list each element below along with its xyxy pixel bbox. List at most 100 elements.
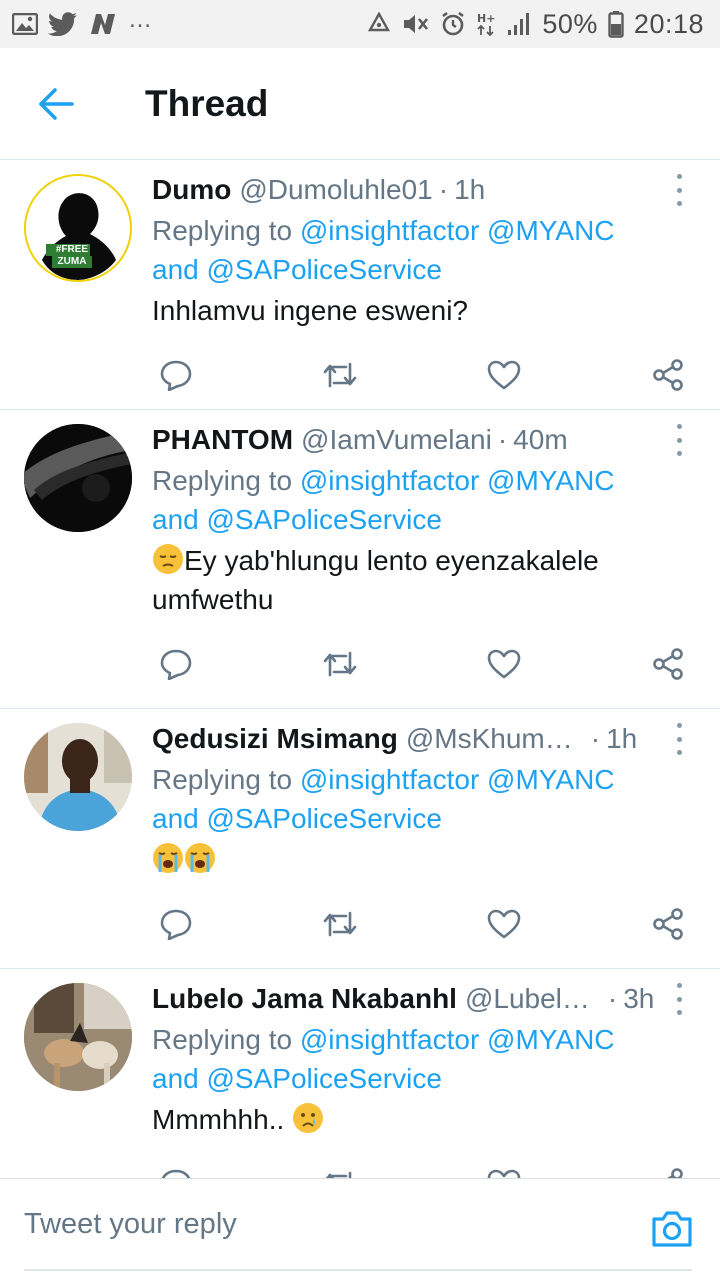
mention-link[interactable]: @insightfactor: [300, 764, 479, 795]
like-icon: [487, 649, 521, 679]
user-handle[interactable]: @MsKhum…: [406, 721, 573, 757]
tweet-header: PHANTOM @IamVumelani · 40m: [152, 422, 690, 458]
share-button[interactable]: [648, 644, 688, 684]
like-button[interactable]: [484, 904, 524, 944]
mute-icon: [402, 12, 430, 36]
retweet-icon: [323, 651, 357, 677]
gallery-icon: [12, 13, 38, 35]
share-button[interactable]: [648, 904, 688, 944]
tweet-text-wrap: [152, 840, 690, 879]
mention-link[interactable]: @SAPoliceService: [207, 1063, 442, 1094]
battery-percent: 50%: [542, 8, 598, 39]
tweet-item[interactable]: #FREE ZUMA Dumo @Dumoluhle01 · 1h Replyi…: [0, 160, 720, 410]
reply-input[interactable]: [24, 1179, 692, 1271]
page-title: Thread: [145, 82, 269, 124]
replying-label: Replying to: [152, 465, 293, 496]
tweet-menu-button[interactable]: [668, 174, 690, 206]
reply-icon: [161, 1169, 191, 1178]
share-icon: [653, 359, 683, 391]
user-handle[interactable]: @Dumoluhle01: [239, 172, 432, 208]
retweet-icon: [323, 911, 357, 937]
share-button[interactable]: [648, 355, 688, 395]
retweet-icon: [323, 362, 357, 388]
loudly-crying-face-emoji-icon: [153, 843, 183, 873]
tweet-text-wrap: Ey yab'hlungu lento eyenzakalele umfweth…: [152, 541, 690, 619]
replying-label: Replying to: [152, 764, 293, 795]
back-button[interactable]: [0, 48, 112, 160]
tweet-item[interactable]: PHANTOM @IamVumelani · 40m Replying to @…: [0, 410, 720, 709]
mention-link[interactable]: @SAPoliceService: [207, 504, 442, 535]
user-handle[interactable]: @Lubel…: [465, 981, 590, 1017]
camera-button[interactable]: [650, 1209, 694, 1249]
share-button[interactable]: [648, 1164, 688, 1178]
like-button[interactable]: [484, 1164, 524, 1178]
display-name[interactable]: Lubelo Jama Nkabanhl: [152, 981, 457, 1017]
mention-link[interactable]: @insightfactor: [300, 465, 479, 496]
tweet-header: Qedusizi Msimang @MsKhum… · 1h: [152, 721, 690, 757]
display-name[interactable]: PHANTOM: [152, 422, 293, 458]
reply-button[interactable]: [156, 904, 196, 944]
avatar[interactable]: [24, 424, 132, 532]
crying-face-emoji-icon: [293, 1103, 324, 1133]
reply-button[interactable]: [156, 644, 196, 684]
and-others-link[interactable]: and: [152, 803, 199, 834]
avatar-text: #FREE ZUMA: [55, 244, 89, 267]
avatar[interactable]: [24, 983, 132, 1091]
share-icon: [667, 1168, 683, 1178]
mention-link[interactable]: @MYANC: [487, 1024, 614, 1055]
status-bar: … H+ 50% 20:18: [0, 0, 720, 48]
battery-icon: [608, 10, 624, 38]
more-notifications-icon: …: [128, 6, 154, 33]
share-icon: [653, 648, 683, 680]
user-handle[interactable]: @IamVumelani: [301, 422, 492, 458]
tweet-actions: [152, 879, 690, 969]
and-others-link[interactable]: and: [152, 1063, 199, 1094]
mention-link[interactable]: @SAPoliceService: [207, 803, 442, 834]
separator-dot: ·: [497, 424, 508, 455]
replying-label: Replying to: [152, 215, 293, 246]
mention-link[interactable]: @SAPoliceService: [207, 254, 442, 285]
retweet-button[interactable]: [320, 644, 360, 684]
thread-feed[interactable]: #FREE ZUMA Dumo @Dumoluhle01 · 1h Replyi…: [0, 160, 720, 1178]
tweet-menu-button[interactable]: [668, 424, 690, 456]
reply-button[interactable]: [156, 355, 196, 395]
tweet-item[interactable]: Qedusizi Msimang @MsKhum… · 1h Replying …: [0, 709, 720, 969]
tweet-item[interactable]: Lubelo Jama Nkabanhl @Lubel… · 3h Replyi…: [0, 969, 720, 1178]
retweet-button[interactable]: [320, 904, 360, 944]
display-name[interactable]: Qedusizi Msimang: [152, 721, 398, 757]
like-button[interactable]: [484, 355, 524, 395]
reply-button[interactable]: [156, 1164, 196, 1178]
timestamp: 3h: [623, 983, 655, 1014]
retweet-icon: [325, 1171, 352, 1178]
separator-dot: ·: [590, 723, 601, 754]
retweet-button[interactable]: [320, 1164, 360, 1178]
mention-link[interactable]: @insightfactor: [300, 1024, 479, 1055]
tweet-actions: [152, 330, 690, 420]
tweet-header: Lubelo Jama Nkabanhl @Lubel… · 3h: [152, 981, 690, 1017]
replying-to: Replying to @insightfactor @MYANC and @S…: [152, 211, 690, 289]
tweet-actions: [152, 619, 690, 709]
mention-link[interactable]: @MYANC: [487, 465, 614, 496]
clock: 20:18: [633, 8, 704, 39]
separator-dot: ·: [438, 174, 449, 205]
mention-link[interactable]: @MYANC: [487, 215, 614, 246]
signal-icon: [506, 12, 532, 36]
mention-link[interactable]: @insightfactor: [300, 215, 479, 246]
reply-icon: [160, 360, 192, 391]
and-others-link[interactable]: and: [152, 254, 199, 285]
avatar[interactable]: #FREE ZUMA: [24, 174, 132, 282]
replying-to: Replying to @insightfactor @MYANC and @S…: [152, 760, 690, 838]
pensive-face-emoji-icon: [153, 544, 183, 574]
mention-link[interactable]: @MYANC: [487, 764, 614, 795]
and-others-link[interactable]: and: [152, 504, 199, 535]
twitter-bird-icon: [48, 12, 78, 36]
avatar[interactable]: [24, 723, 132, 831]
reply-composer: [0, 1178, 720, 1280]
tweet-menu-button[interactable]: [668, 983, 690, 1015]
like-icon: [487, 1169, 521, 1178]
like-icon: [487, 360, 521, 390]
tweet-menu-button[interactable]: [668, 723, 690, 755]
display-name[interactable]: Dumo: [152, 172, 231, 208]
like-button[interactable]: [484, 644, 524, 684]
retweet-button[interactable]: [320, 355, 360, 395]
